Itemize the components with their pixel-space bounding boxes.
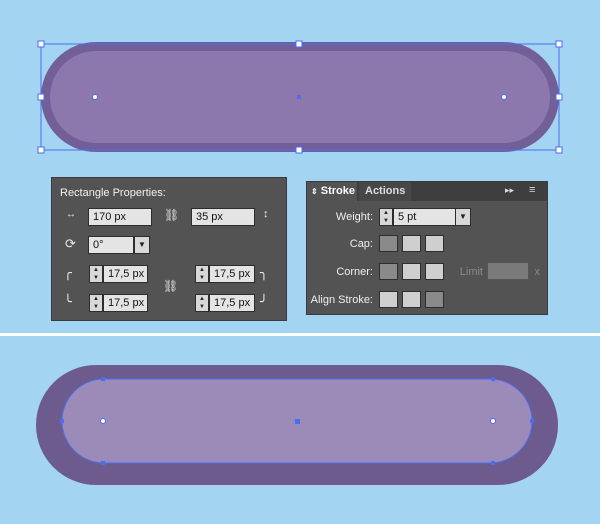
- align-center-button[interactable]: [379, 291, 398, 308]
- stroke-panel-tabbar: ⇕ Stroke Actions ▸▸ ≡: [307, 182, 547, 201]
- bevel-join-button[interactable]: [425, 263, 444, 280]
- weight-label: Weight:: [335, 211, 373, 223]
- top-corner-widget-right[interactable]: [501, 94, 507, 100]
- align-inside-button[interactable]: [402, 291, 421, 308]
- weight-stepper[interactable]: ▲ ▼: [379, 208, 393, 226]
- round-cap-button[interactable]: [402, 235, 421, 252]
- tab-stroke-arrow-icon: ⇕: [311, 187, 318, 196]
- constrain-proportions-link-icon[interactable]: ⛓: [164, 208, 179, 222]
- rect-panel-title: Rectangle Properties:: [60, 187, 166, 199]
- link-corners-icon[interactable]: ⛓: [163, 279, 178, 293]
- corner-top-left-field[interactable]: 17,5 px: [103, 265, 148, 283]
- corner-bottom-right-stepper[interactable]: ▲ ▼: [195, 294, 209, 312]
- round-join-button[interactable]: [402, 263, 421, 280]
- weight-dropdown-button[interactable]: ▼: [455, 208, 471, 226]
- align-stroke-label: Align Stroke:: [310, 294, 373, 306]
- projecting-cap-button[interactable]: [425, 235, 444, 252]
- corner-top-right-stepper[interactable]: ▲ ▼: [195, 265, 209, 283]
- corner-top-left-icon: ╭: [64, 265, 72, 280]
- rotate-icon: ⟳: [65, 236, 76, 251]
- tab-actions[interactable]: Actions: [359, 182, 411, 201]
- bottom-corner-widget-right[interactable]: [490, 418, 496, 424]
- corner-bottom-left-field[interactable]: 17,5 px: [103, 294, 148, 312]
- stroke-panel: ⇕ Stroke Actions ▸▸ ≡ Weight: ▲ ▼ 5 pt ▼ …: [306, 181, 548, 315]
- rotation-field[interactable]: 0°: [88, 236, 134, 254]
- corner-bottom-left-stepper[interactable]: ▲ ▼: [89, 294, 103, 312]
- tab-stroke-label: Stroke: [320, 185, 356, 197]
- panel-menu-icon[interactable]: ≡: [529, 184, 535, 196]
- limit-field[interactable]: [487, 262, 529, 280]
- limit-label: Limit: [459, 266, 483, 278]
- collapse-panel-icon[interactable]: ▸▸: [505, 185, 514, 196]
- height-icon: ↕: [263, 208, 269, 220]
- limit-suffix: x: [534, 266, 541, 278]
- weight-field[interactable]: 5 pt: [393, 208, 457, 226]
- cap-label: Cap:: [349, 238, 373, 250]
- rectangle-properties-panel: Rectangle Properties: ↔ 170 px ⛓ 35 px ↕…: [51, 177, 287, 321]
- width-icon: ↔: [66, 209, 76, 220]
- bottom-canvas: [36, 365, 558, 485]
- top-center-point: [297, 95, 301, 99]
- tab-stroke[interactable]: ⇕ Stroke: [307, 182, 357, 201]
- butt-cap-button[interactable]: [379, 235, 398, 252]
- bottom-corner-widget-left[interactable]: [100, 418, 106, 424]
- corner-label: Corner:: [336, 266, 373, 278]
- rotation-dropdown-button[interactable]: ▼: [134, 236, 150, 254]
- corner-bottom-right-icon: ╯: [260, 294, 268, 309]
- top-canvas: [37, 40, 563, 154]
- corner-top-left-stepper[interactable]: ▲ ▼: [89, 265, 103, 283]
- corner-bottom-right-field[interactable]: 17,5 px: [209, 294, 255, 312]
- miter-join-button[interactable]: [379, 263, 398, 280]
- height-field[interactable]: 35 px: [191, 208, 255, 226]
- corner-top-right-field[interactable]: 17,5 px: [209, 265, 255, 283]
- corner-top-right-icon: ╮: [260, 265, 268, 280]
- align-outside-button[interactable]: [425, 291, 444, 308]
- width-field[interactable]: 170 px: [88, 208, 152, 226]
- corner-bottom-left-icon: ╰: [64, 294, 72, 309]
- top-corner-widget-left[interactable]: [92, 94, 98, 100]
